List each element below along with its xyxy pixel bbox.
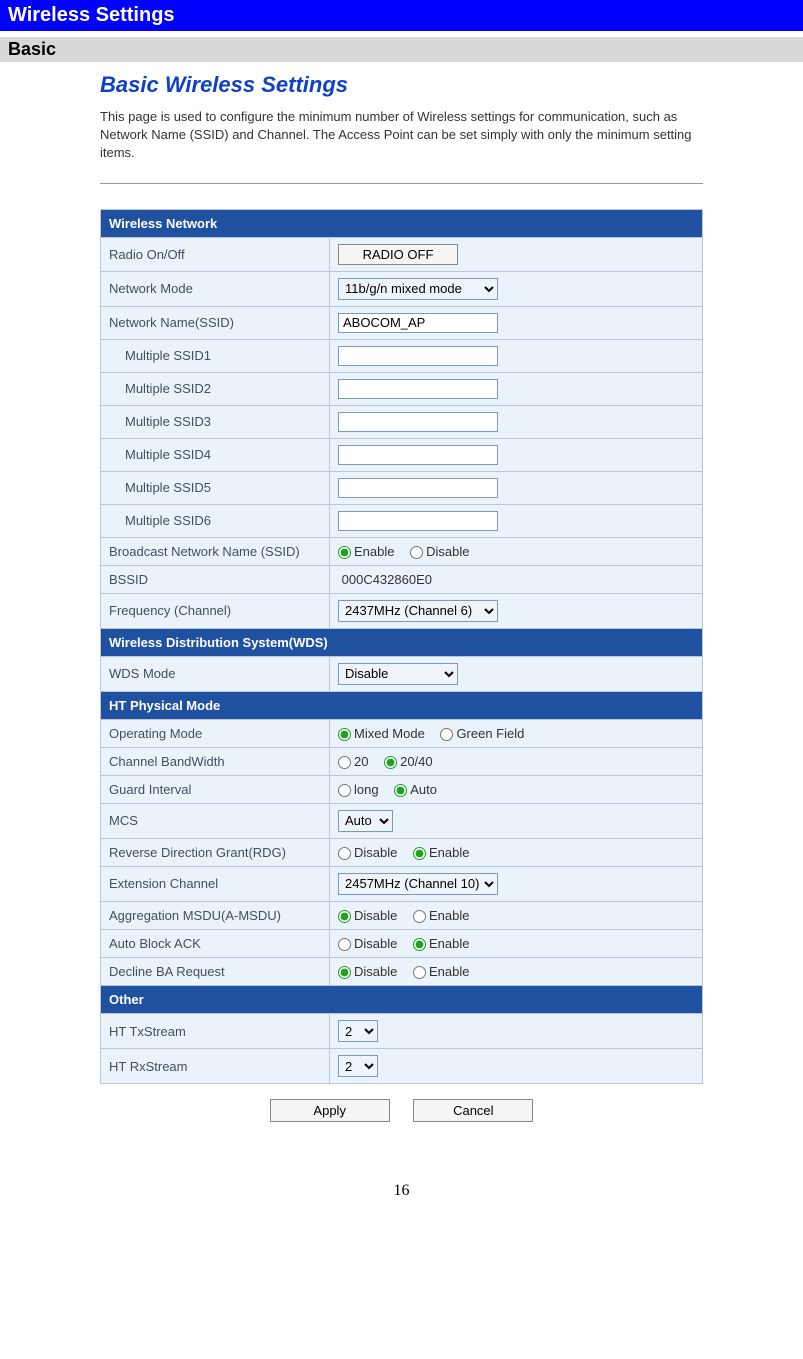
label-mssid3: Multiple SSID3 <box>101 406 329 438</box>
label-mssid2: Multiple SSID2 <box>101 373 329 405</box>
mcs-select[interactable]: Auto <box>338 810 393 832</box>
label-guard: Guard Interval <box>101 776 329 803</box>
page-header: Wireless Settings <box>0 0 803 31</box>
label-bw: Channel BandWidth <box>101 748 329 775</box>
label-mssid5: Multiple SSID5 <box>101 472 329 504</box>
section-wds: Wireless Distribution System(WDS) <box>101 629 702 656</box>
label-op-mode: Operating Mode <box>101 720 329 747</box>
tx-select[interactable]: 2 <box>338 1020 378 1042</box>
page-number: 16 <box>0 1182 803 1200</box>
amsdu-disable-radio[interactable] <box>338 910 351 923</box>
declineba-disable-radio[interactable] <box>338 966 351 979</box>
label-ext: Extension Channel <box>101 867 329 901</box>
label-mssid1: Multiple SSID1 <box>101 340 329 372</box>
section-other: Other <box>101 986 702 1013</box>
label-mssid4: Multiple SSID4 <box>101 439 329 471</box>
mssid2-input[interactable] <box>338 379 498 399</box>
label-block-ack: Auto Block ACK <box>101 930 329 957</box>
amsdu-disable-label[interactable]: Disable <box>338 908 397 923</box>
opmode-green-radio[interactable] <box>440 728 453 741</box>
page-description: This page is used to configure the minim… <box>100 108 703 163</box>
footer-buttons <box>100 1099 703 1122</box>
wds-mode-select[interactable]: Disable <box>338 663 458 685</box>
label-tx: HT TxStream <box>101 1014 329 1048</box>
network-mode-select[interactable]: 11b/g/n mixed mode <box>338 278 498 300</box>
label-mssid6: Multiple SSID6 <box>101 505 329 537</box>
label-mcs: MCS <box>101 804 329 838</box>
apply-button[interactable] <box>270 1099 390 1122</box>
label-amsdu: Aggregation MSDU(A-MSDU) <box>101 902 329 929</box>
broadcast-disable-label[interactable]: Disable <box>410 544 469 559</box>
radio-off-button[interactable] <box>338 244 458 265</box>
declineba-enable-radio[interactable] <box>413 966 426 979</box>
cancel-button[interactable] <box>413 1099 533 1122</box>
guard-long-label[interactable]: long <box>338 782 379 797</box>
broadcast-enable-label[interactable]: Enable <box>338 544 394 559</box>
blockack-enable-label[interactable]: Enable <box>413 936 469 951</box>
amsdu-enable-radio[interactable] <box>413 910 426 923</box>
guard-long-radio[interactable] <box>338 784 351 797</box>
divider <box>100 183 703 184</box>
rdg-disable-label[interactable]: Disable <box>338 845 397 860</box>
mssid1-input[interactable] <box>338 346 498 366</box>
bssid-value: 000C432860E0 <box>330 566 702 593</box>
opmode-mixed-label[interactable]: Mixed Mode <box>338 726 425 741</box>
label-network-mode: Network Mode <box>101 272 329 306</box>
declineba-enable-label[interactable]: Enable <box>413 964 469 979</box>
label-broadcast: Broadcast Network Name (SSID) <box>101 538 329 565</box>
blockack-enable-radio[interactable] <box>413 938 426 951</box>
bw2040-radio[interactable] <box>384 756 397 769</box>
broadcast-enable-radio[interactable] <box>338 546 351 559</box>
label-decline-ba: Decline BA Request <box>101 958 329 985</box>
blockack-disable-radio[interactable] <box>338 938 351 951</box>
section-wireless-network: Wireless Network <box>101 210 702 237</box>
content-area: Basic Wireless Settings This page is use… <box>100 72 703 1122</box>
label-ssid: Network Name(SSID) <box>101 307 329 339</box>
mssid4-input[interactable] <box>338 445 498 465</box>
mssid6-input[interactable] <box>338 511 498 531</box>
page-title: Basic Wireless Settings <box>100 72 703 98</box>
rdg-enable-radio[interactable] <box>413 847 426 860</box>
sub-header: Basic <box>0 37 803 62</box>
mssid3-input[interactable] <box>338 412 498 432</box>
label-bssid: BSSID <box>101 566 329 593</box>
settings-table: Wireless Network Radio On/Off Network Mo… <box>100 209 703 1085</box>
ext-select[interactable]: 2457MHz (Channel 10) <box>338 873 498 895</box>
label-freq: Frequency (Channel) <box>101 594 329 628</box>
label-wds-mode: WDS Mode <box>101 657 329 691</box>
bw2040-label[interactable]: 20/40 <box>384 754 433 769</box>
bw20-radio[interactable] <box>338 756 351 769</box>
rdg-enable-label[interactable]: Enable <box>413 845 469 860</box>
blockack-disable-label[interactable]: Disable <box>338 936 397 951</box>
mssid5-input[interactable] <box>338 478 498 498</box>
ssid-input[interactable] <box>338 313 498 333</box>
freq-select[interactable]: 2437MHz (Channel 6) <box>338 600 498 622</box>
broadcast-disable-radio[interactable] <box>410 546 423 559</box>
label-radio: Radio On/Off <box>101 238 329 271</box>
guard-auto-radio[interactable] <box>394 784 407 797</box>
opmode-mixed-radio[interactable] <box>338 728 351 741</box>
amsdu-enable-label[interactable]: Enable <box>413 908 469 923</box>
rx-select[interactable]: 2 <box>338 1055 378 1077</box>
opmode-green-label[interactable]: Green Field <box>440 726 524 741</box>
rdg-disable-radio[interactable] <box>338 847 351 860</box>
label-rx: HT RxStream <box>101 1049 329 1083</box>
guard-auto-label[interactable]: Auto <box>394 782 437 797</box>
label-rdg: Reverse Direction Grant(RDG) <box>101 839 329 866</box>
section-ht: HT Physical Mode <box>101 692 702 719</box>
declineba-disable-label[interactable]: Disable <box>338 964 397 979</box>
bw20-label[interactable]: 20 <box>338 754 368 769</box>
